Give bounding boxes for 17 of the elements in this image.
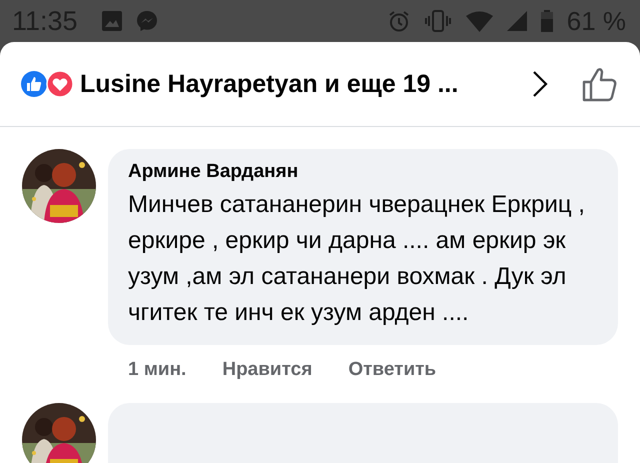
vibrate-icon <box>424 10 452 32</box>
comment-author[interactable]: Армине Варданян <box>128 161 600 183</box>
comment-text: Минчев сатананерин чверацнек Еркриц , еркире , еркир чи дарна .... ам еркир эк узум ,ам эл сатананери вохмак . Дук эл чгитек те инч ек узум арден .... <box>128 190 586 328</box>
chevron-right-icon[interactable] <box>532 70 548 98</box>
comment-action-link[interactable]: Ответить <box>348 359 436 381</box>
thumbs-up-icon[interactable] <box>582 66 618 102</box>
comment-action-link[interactable]: Нравится <box>222 359 312 381</box>
love-reaction-icon <box>46 70 74 98</box>
like-reaction-icon <box>20 70 48 98</box>
signal-icon <box>506 11 527 31</box>
comment-time: 1 мин. <box>128 359 186 381</box>
battery-icon <box>540 10 553 32</box>
messenger-icon <box>136 10 158 32</box>
reactions-summary[interactable]: Lusine Hayrapetyan и еще 19 ... <box>80 70 532 98</box>
alarm-icon <box>388 10 410 32</box>
wifi-icon <box>466 10 493 32</box>
image-icon <box>102 11 122 31</box>
